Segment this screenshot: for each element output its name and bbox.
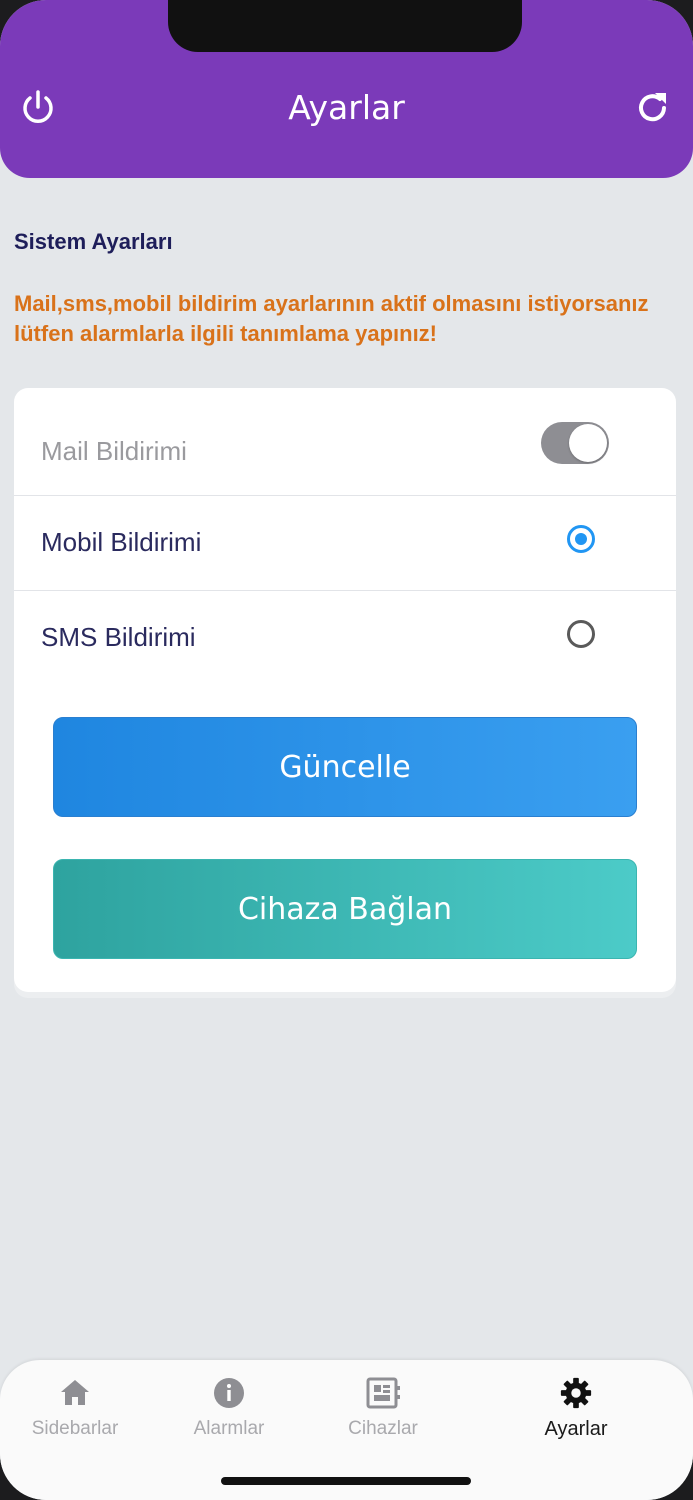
refresh-button[interactable] — [633, 88, 673, 128]
mobile-notification-radio[interactable] — [567, 525, 595, 553]
refresh-icon — [639, 93, 666, 122]
page-title: Ayarlar — [288, 88, 405, 127]
mail-notification-row: Mail Bildirimi — [14, 402, 676, 496]
tab-sidebarlar[interactable]: Sidebarlar — [0, 1376, 150, 1456]
mail-notification-label: Mail Bildirimi — [41, 436, 187, 466]
tab-label: Alarmlar — [193, 1418, 265, 1439]
connect-device-button[interactable]: Cihaza Bağlan — [53, 859, 637, 959]
update-button[interactable]: Güncelle — [53, 717, 637, 817]
home-icon — [61, 1380, 89, 1405]
home-indicator — [221, 1477, 471, 1485]
mobile-notification-row[interactable]: Mobil Bildirimi — [14, 496, 676, 591]
tab-label: Sidebarlar — [31, 1418, 119, 1439]
sms-notification-row[interactable]: SMS Bildirimi — [14, 591, 676, 685]
device-notch — [168, 0, 522, 52]
tab-cihazlar[interactable]: Cihazlar — [308, 1376, 458, 1456]
toggle-knob — [569, 424, 607, 462]
info-icon — [214, 1378, 244, 1408]
mail-notification-toggle[interactable] — [541, 422, 609, 464]
sms-notification-radio[interactable] — [567, 620, 595, 648]
device-icon — [366, 1377, 400, 1409]
tab-label: Cihazlar — [348, 1418, 418, 1439]
section-title: Sistem Ayarları — [14, 229, 173, 254]
gear-icon — [560, 1377, 592, 1409]
screen: Ayarlar Sistem Ayarları Mail,sms,mobil b… — [0, 0, 693, 1500]
warning-message: Mail,sms,mobil bildirim ayarlarının akti… — [14, 291, 649, 346]
tab-ayarlar[interactable]: Ayarlar — [501, 1376, 651, 1456]
app-header: Ayarlar — [0, 0, 693, 178]
sms-notification-label: SMS Bildirimi — [41, 622, 196, 652]
tab-label: Ayarlar — [544, 1418, 608, 1440]
tab-alarmlar[interactable]: Alarmlar — [154, 1376, 304, 1456]
settings-card: Mail Bildirimi Mobil Bildirimi SMS Bildi… — [14, 388, 676, 992]
mobile-notification-label: Mobil Bildirimi — [41, 527, 202, 557]
